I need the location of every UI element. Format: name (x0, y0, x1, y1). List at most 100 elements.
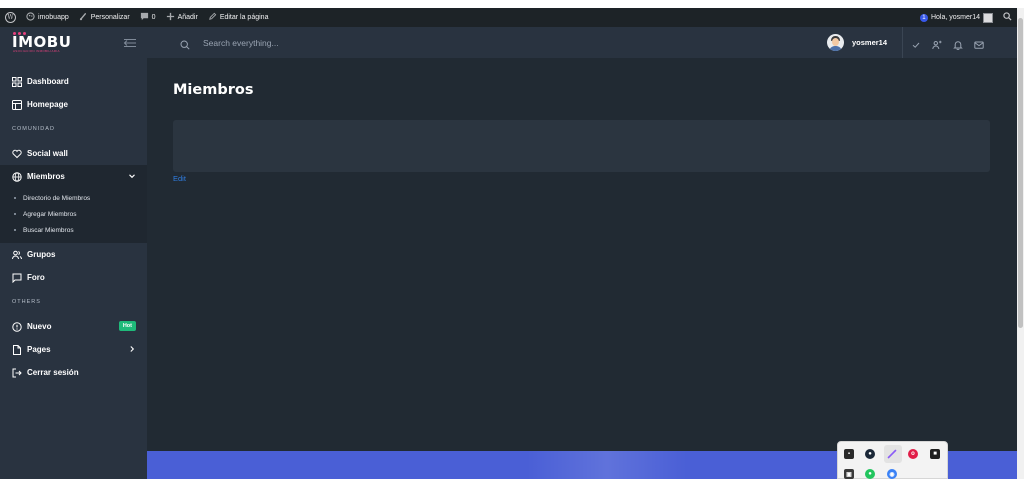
section-title-comunidad: COMUNIDAD (12, 126, 55, 132)
user-name: yosmer14 (852, 37, 888, 47)
site-name-label: imobuapp (38, 14, 69, 21)
pen-app-icon[interactable] (887, 449, 897, 459)
sidebar-item-label: Dashboard (27, 77, 69, 86)
system-tray-popup: ▪ ● o ■ ▣ ● ◉ (837, 441, 948, 479)
brush-icon (79, 12, 88, 23)
edit-page-label: Editar la página (219, 14, 269, 21)
top-header: yosmer14 (147, 27, 1017, 58)
hot-badge: Hot (118, 321, 136, 331)
file-icon (11, 344, 22, 355)
grid-icon (11, 76, 22, 87)
search-icon (1003, 12, 1012, 23)
tray-app-icon[interactable]: ▣ (844, 469, 854, 479)
wp-admin-bar: W imobuapp Personalizar 0 Añadir Editar … (0, 8, 1017, 27)
wp-logo-menu[interactable]: W (0, 8, 21, 27)
user-menu[interactable]: yosmer14 (827, 31, 887, 53)
mail-icon[interactable] (974, 37, 984, 49)
comments-menu[interactable]: 0 (135, 8, 161, 27)
sidebar-item-label: Grupos (27, 250, 56, 259)
logo-dots (13, 32, 26, 35)
submenu-item-label: Buscar Miembros (23, 226, 74, 234)
customize-menu[interactable]: Personalizar (74, 8, 135, 27)
notification-count-badge: 1 (919, 13, 928, 22)
sidebar-item-label: Social wall (27, 149, 68, 158)
sidebar-item-homepage[interactable]: Homepage (0, 93, 147, 116)
content-panel (173, 120, 990, 172)
plus-icon (166, 12, 175, 23)
search-input[interactable] (203, 35, 423, 50)
bullet-icon (14, 213, 16, 215)
steam-icon[interactable]: ● (865, 449, 875, 459)
page-title: Miembros (173, 82, 254, 98)
chevron-right-icon (128, 345, 136, 353)
alert-circle-icon (11, 321, 22, 332)
miembros-submenu: Directorio de Miembros Agregar Miembros … (0, 188, 147, 243)
header-divider (902, 27, 903, 58)
wordpress-icon: W (5, 12, 16, 23)
logo-area[interactable]: IMOBU ASOCIACION INMOBILIARIA (0, 27, 147, 58)
site-name-menu[interactable]: imobuapp (21, 8, 74, 27)
sidebar-item-foro[interactable]: Foro (0, 266, 147, 289)
admin-avatar (983, 12, 993, 23)
green-app-icon[interactable]: ● (865, 469, 875, 479)
opera-gx-icon[interactable]: o (908, 449, 918, 459)
add-new-label: Añadir (177, 14, 198, 21)
comment-icon (140, 12, 149, 23)
bell-icon[interactable] (953, 37, 963, 51)
sidebar-item-label: Foro (27, 273, 45, 282)
bullet-icon (14, 229, 16, 231)
notifications-menu[interactable]: 1 Hola, yosmer14 (915, 8, 998, 27)
monitor-app-icon[interactable]: ▪ (844, 449, 854, 459)
pencil-icon (208, 12, 217, 23)
section-title-others: OTHERS (12, 299, 41, 305)
logout-icon (11, 367, 22, 378)
search-icon (180, 37, 190, 50)
submenu-item-label: Agregar Miembros (23, 210, 77, 218)
palette-icon (26, 12, 35, 23)
logo: IMOBU (12, 33, 72, 51)
edit-link[interactable]: Edit (173, 174, 186, 183)
page-scrollbar[interactable] (1017, 8, 1024, 479)
sidebar-item-nuevo[interactable]: Nuevo Hot (0, 315, 147, 338)
avatar (827, 33, 844, 51)
logo-subtitle: ASOCIACION INMOBILIARIA (13, 49, 60, 53)
network-icon[interactable]: ◉ (887, 469, 897, 479)
submenu-item-directorio[interactable]: Directorio de Miembros (0, 190, 147, 206)
browser-top-strip (0, 0, 1024, 8)
submenu-item-agregar[interactable]: Agregar Miembros (0, 206, 147, 222)
add-new-menu[interactable]: Añadir (161, 8, 203, 27)
edit-page-menu[interactable]: Editar la página (203, 8, 274, 27)
sidebar-item-logout[interactable]: Cerrar sesión (0, 361, 147, 384)
check-icon[interactable] (911, 37, 921, 48)
sidebar-item-label: Nuevo (27, 322, 52, 331)
layout-icon (11, 99, 22, 110)
customize-label: Personalizar (90, 14, 130, 21)
sidebar-collapse-icon[interactable] (123, 36, 137, 48)
sidebar-item-label: Cerrar sesión (27, 368, 79, 377)
sidebar-item-miembros[interactable]: Miembros (0, 165, 147, 188)
sidebar-item-social-wall[interactable]: Social wall (0, 142, 147, 165)
heart-icon (11, 148, 22, 159)
friends-icon[interactable] (932, 37, 942, 50)
message-square-icon (11, 272, 22, 283)
greeting-label: Hola, yosmer14 (930, 14, 980, 21)
sidebar-item-dashboard[interactable]: Dashboard (0, 70, 147, 93)
sidebar-item-label: Miembros (27, 172, 65, 181)
sidebar-item-pages[interactable]: Pages (0, 338, 147, 361)
sidebar-item-grupos[interactable]: Grupos (0, 243, 147, 266)
submenu-item-buscar[interactable]: Buscar Miembros (0, 222, 147, 238)
users-icon (11, 249, 22, 260)
main-content: Miembros Edit (147, 58, 1017, 451)
scrollbar-thumb[interactable] (1018, 18, 1023, 328)
submenu-item-label: Directorio de Miembros (23, 194, 91, 202)
bullet-icon (14, 197, 16, 199)
comments-count: 0 (151, 14, 156, 21)
sidebar-nav: Dashboard Homepage COMUNIDAD Social wall… (0, 58, 147, 384)
nvidia-icon[interactable]: ■ (930, 449, 940, 459)
sidebar-item-label: Homepage (27, 100, 68, 109)
admin-search-button[interactable] (998, 8, 1017, 27)
sidebar-item-label: Pages (27, 345, 51, 354)
chevron-down-icon (128, 172, 136, 180)
globe-icon (11, 171, 22, 182)
sidebar: IMOBU ASOCIACION INMOBILIARIA Dashboard … (0, 27, 147, 479)
